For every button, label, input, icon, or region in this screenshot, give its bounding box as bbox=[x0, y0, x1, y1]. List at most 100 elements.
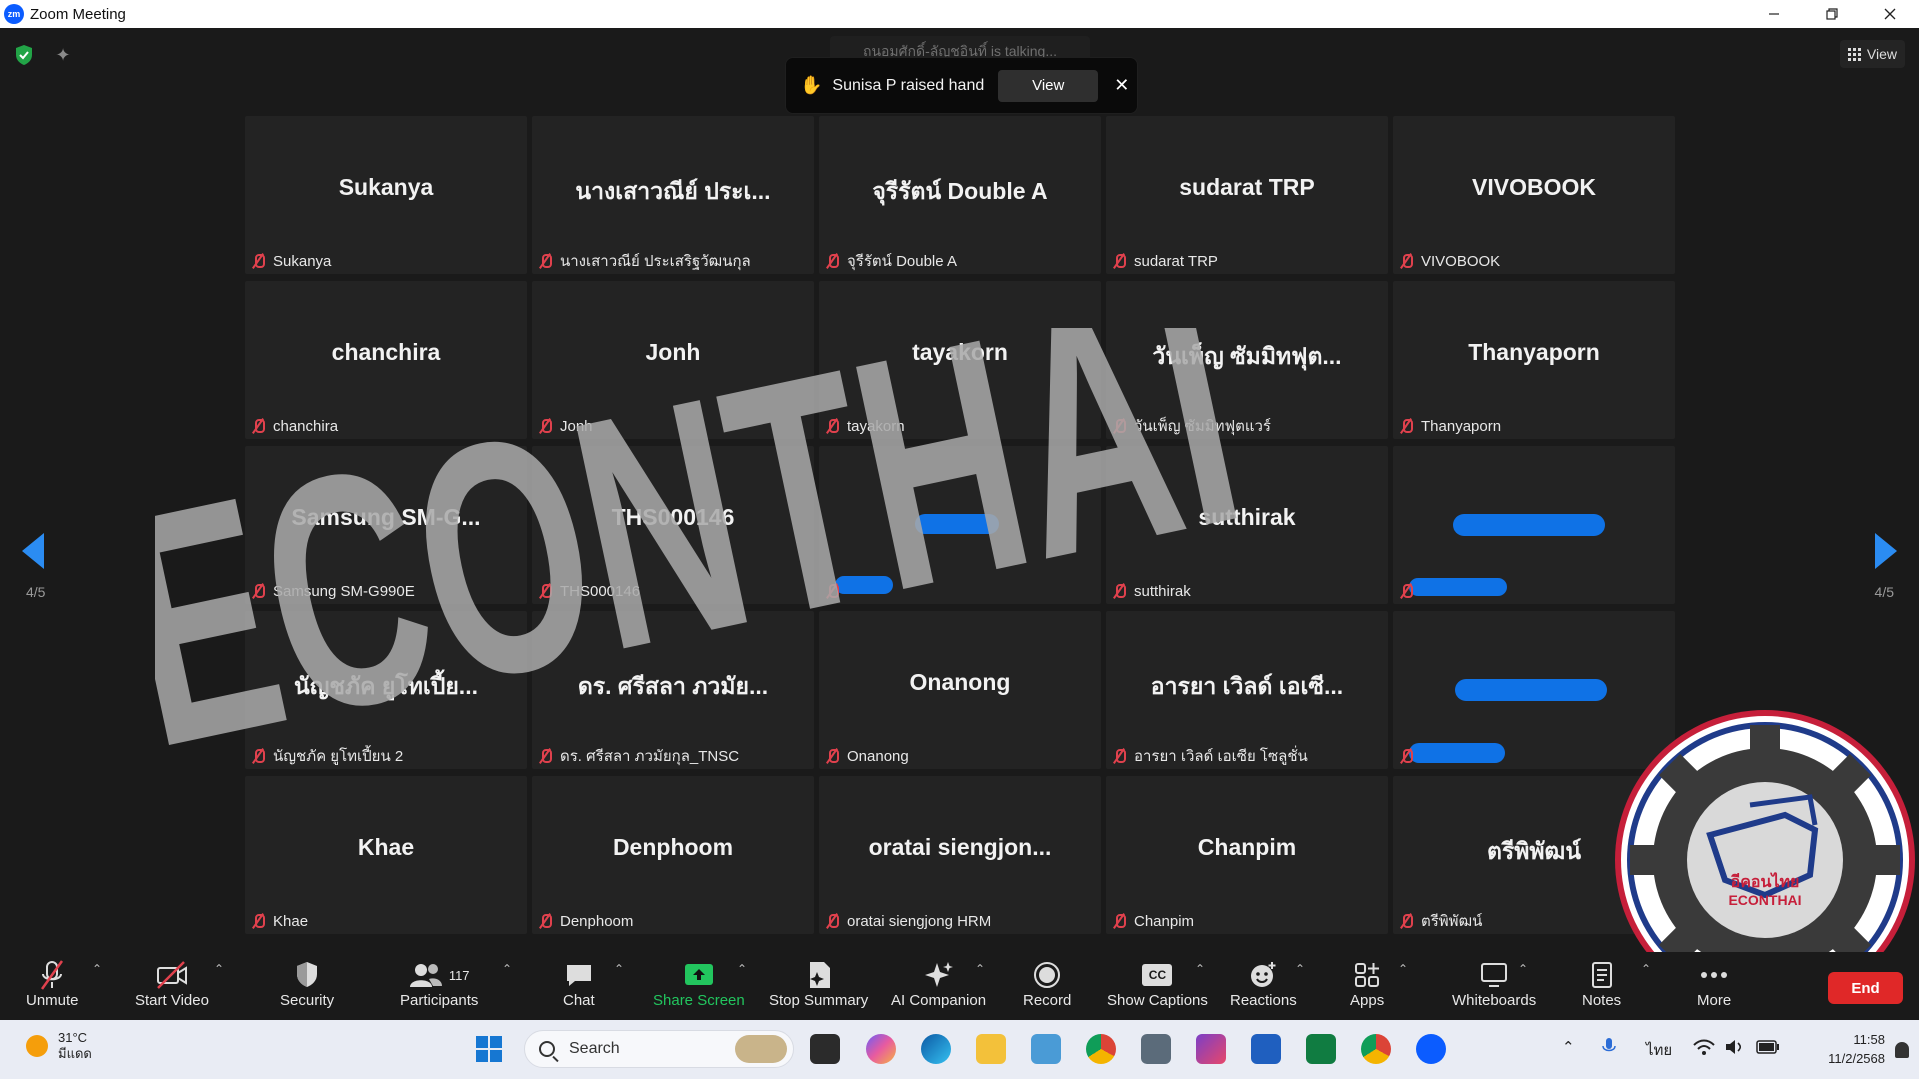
mic-muted-icon bbox=[538, 913, 552, 929]
participant-tile[interactable]: อารยา เวิลด์ เอเซี... อารยา เวิลด์ เอเซีย… bbox=[1106, 611, 1388, 769]
unmute-button[interactable]: Unmute bbox=[26, 958, 79, 1009]
page-indicator-right: 4/5 bbox=[1874, 584, 1894, 600]
ai-sparkle-icon[interactable]: ✦ bbox=[52, 44, 74, 66]
ai-companion-button[interactable]: AI Companion bbox=[891, 958, 986, 1009]
participant-tile-redacted[interactable] bbox=[1393, 611, 1675, 769]
participant-tile[interactable]: ตรีพิพัฒน์ ตรีพิพัฒน์ bbox=[1393, 776, 1675, 934]
participant-tile[interactable]: ดร. ศรีสลา ภวมัย... ดร. ศรีสลา ภวมัยกุล_T… bbox=[532, 611, 814, 769]
tray-microphone-icon[interactable] bbox=[1602, 1037, 1616, 1057]
view-button[interactable]: View bbox=[1839, 40, 1905, 68]
participants-chevron-icon[interactable]: ⌃ bbox=[502, 962, 512, 976]
microsoft-store-icon[interactable] bbox=[1031, 1034, 1061, 1064]
tile-name-label: Jonh bbox=[538, 415, 593, 437]
participant-tile-redacted[interactable] bbox=[1393, 446, 1675, 604]
security-shield-icon bbox=[297, 962, 318, 987]
edge-browser-icon[interactable] bbox=[921, 1034, 951, 1064]
mic-muted-icon bbox=[825, 253, 839, 269]
participant-tile[interactable]: นัญชภัค ยูโทเปี้ย... นัญชภัค ยูโทเปี้ยน 2 bbox=[245, 611, 527, 769]
end-meeting-button[interactable]: End bbox=[1828, 972, 1903, 1004]
participant-tile[interactable]: Onanong Onanong bbox=[819, 611, 1101, 769]
more-button[interactable]: More bbox=[1697, 958, 1731, 1009]
calculator-icon[interactable] bbox=[1141, 1034, 1171, 1064]
tray-overflow-chevron-icon[interactable]: ⌃ bbox=[1562, 1038, 1575, 1056]
participant-tile[interactable]: Khae Khae bbox=[245, 776, 527, 934]
apps-chevron-icon[interactable]: ⌃ bbox=[1398, 962, 1408, 976]
volume-icon[interactable] bbox=[1724, 1038, 1746, 1056]
participant-tile[interactable]: วันเพ็ญ ซัมมิทฟุต... วันเพ็ญ ซัมมิทฟุตแวร… bbox=[1106, 281, 1388, 439]
participant-tile[interactable]: Samsung SM-G... Samsung SM-G990E bbox=[245, 446, 527, 604]
tile-name-label bbox=[825, 580, 847, 602]
reactions-chevron-icon[interactable]: ⌃ bbox=[1295, 962, 1305, 976]
previous-page-icon[interactable] bbox=[22, 533, 44, 569]
taskbar-search-input[interactable]: Search bbox=[524, 1030, 794, 1068]
participant-tile[interactable]: จุรีรัตน์ Double A จุรีรัตน์ Double A bbox=[819, 116, 1101, 274]
wifi-icon[interactable] bbox=[1693, 1038, 1715, 1056]
next-page-icon[interactable] bbox=[1875, 533, 1897, 569]
ai-companion-label: AI Companion bbox=[891, 992, 987, 1009]
participant-tile[interactable]: Chanpim Chanpim bbox=[1106, 776, 1388, 934]
notes-chevron-icon[interactable]: ⌃ bbox=[1641, 962, 1651, 976]
minimize-button[interactable] bbox=[1745, 0, 1803, 28]
participant-tile[interactable]: sudarat TRP sudarat TRP bbox=[1106, 116, 1388, 274]
tile-display-name: oratai siengjon... bbox=[868, 834, 1052, 860]
battery-icon[interactable] bbox=[1756, 1040, 1780, 1054]
tile-display-name: Chanpim bbox=[1197, 834, 1297, 860]
share-screen-label: Share Screen bbox=[653, 992, 745, 1009]
stop-summary-button[interactable]: Stop Summary bbox=[769, 958, 868, 1009]
windows-start-icon[interactable] bbox=[474, 1034, 504, 1064]
notification-close-icon[interactable]: ✕ bbox=[1114, 75, 1129, 96]
whiteboards-chevron-icon[interactable]: ⌃ bbox=[1518, 962, 1528, 976]
input-language[interactable]: ไทย bbox=[1646, 1038, 1672, 1062]
encryption-shield-icon[interactable] bbox=[14, 44, 34, 66]
zoom-taskbar-icon[interactable] bbox=[1416, 1034, 1446, 1064]
copilot-icon[interactable] bbox=[866, 1034, 896, 1064]
participant-tile[interactable]: นางเสาวณีย์ ประเ... นางเสาวณีย์ ประเสริฐว… bbox=[532, 116, 814, 274]
share-options-chevron-icon[interactable]: ⌃ bbox=[737, 962, 747, 976]
chrome-icon[interactable] bbox=[1086, 1034, 1116, 1064]
audio-options-chevron-icon[interactable]: ⌃ bbox=[92, 962, 102, 976]
ai-companion-chevron-icon[interactable]: ⌃ bbox=[975, 962, 985, 976]
apps-button[interactable]: Apps bbox=[1350, 958, 1384, 1009]
weather-widget[interactable]: 31°C มีแดด bbox=[26, 1030, 92, 1062]
captions-chevron-icon[interactable]: ⌃ bbox=[1195, 962, 1205, 976]
close-button[interactable] bbox=[1861, 0, 1919, 28]
clipchamp-icon[interactable] bbox=[1196, 1034, 1226, 1064]
record-button[interactable]: Record bbox=[1023, 958, 1071, 1009]
participant-tile[interactable]: THS000146 THS000146 bbox=[532, 446, 814, 604]
file-explorer-icon[interactable] bbox=[976, 1034, 1006, 1064]
participants-button[interactable]: 117 Participants bbox=[400, 958, 478, 1009]
participant-tile[interactable]: Denphoom Denphoom bbox=[532, 776, 814, 934]
security-button[interactable]: Security bbox=[280, 958, 334, 1009]
participant-tile[interactable]: sutthirak sutthirak bbox=[1106, 446, 1388, 604]
share-screen-button[interactable]: Share Screen bbox=[653, 958, 745, 1009]
notification-view-button[interactable]: View bbox=[998, 69, 1099, 102]
taskbar-clock[interactable]: 11:58 11/2/2568 bbox=[1828, 1030, 1885, 1068]
chat-chevron-icon[interactable]: ⌃ bbox=[614, 962, 624, 976]
search-placeholder: Search bbox=[569, 1040, 620, 1057]
word-icon[interactable] bbox=[1251, 1034, 1281, 1064]
chrome-profile-icon[interactable] bbox=[1361, 1034, 1391, 1064]
participant-name: จุรีรัตน์ Double A bbox=[847, 253, 957, 270]
participant-tile[interactable]: Jonh Jonh bbox=[532, 281, 814, 439]
chat-button[interactable]: Chat bbox=[563, 958, 595, 1009]
show-captions-button[interactable]: CC Show Captions bbox=[1107, 958, 1208, 1009]
task-view-icon[interactable] bbox=[810, 1034, 840, 1064]
whiteboards-label: Whiteboards bbox=[1452, 992, 1537, 1009]
participant-tile[interactable]: Thanyaporn Thanyaporn bbox=[1393, 281, 1675, 439]
notes-button[interactable]: Notes bbox=[1582, 958, 1621, 1009]
reactions-button[interactable]: Reactions bbox=[1230, 958, 1297, 1009]
clock-date: 11/2/2568 bbox=[1828, 1051, 1885, 1066]
participant-tile[interactable]: Sukanya Sukanya bbox=[245, 116, 527, 274]
participant-tile[interactable]: tayakorn tayakorn bbox=[819, 281, 1101, 439]
notification-bell-icon[interactable] bbox=[1895, 1042, 1909, 1058]
participant-tile[interactable]: VIVOBOOK VIVOBOOK bbox=[1393, 116, 1675, 274]
excel-icon[interactable] bbox=[1306, 1034, 1336, 1064]
participant-tile[interactable]: oratai siengjon... oratai siengjong HRM bbox=[819, 776, 1101, 934]
tile-name-label: tayakorn bbox=[825, 415, 905, 437]
video-options-chevron-icon[interactable]: ⌃ bbox=[214, 962, 224, 976]
participant-tile[interactable]: chanchira chanchira bbox=[245, 281, 527, 439]
participant-tile-redacted[interactable] bbox=[819, 446, 1101, 604]
start-video-button[interactable]: Start Video bbox=[135, 958, 209, 1009]
restore-button[interactable] bbox=[1803, 0, 1861, 28]
participant-name: Sukanya bbox=[273, 252, 332, 270]
